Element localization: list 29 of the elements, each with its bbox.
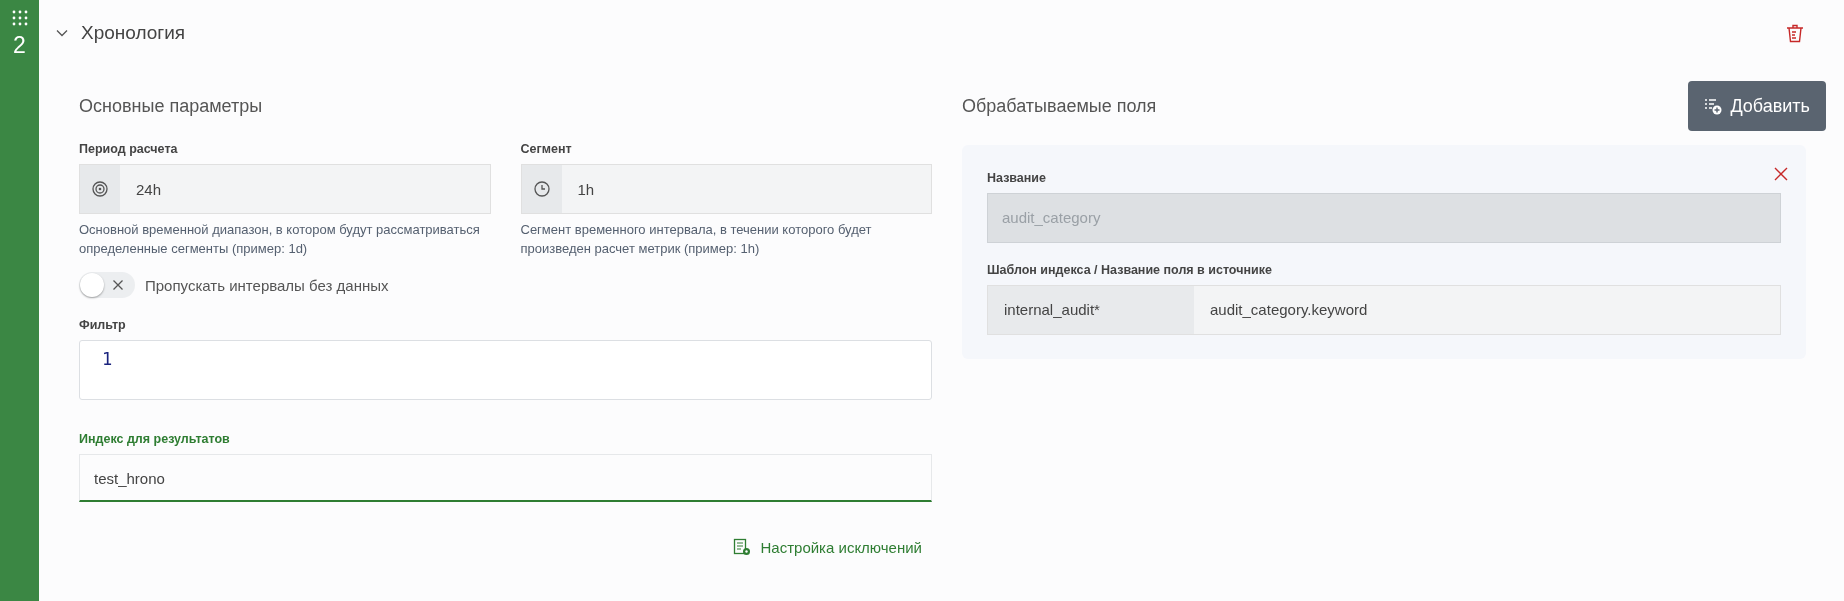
field-label: Период расчета xyxy=(79,142,179,156)
text-field[interactable]: 24h xyxy=(79,164,491,214)
field-label: Название xyxy=(987,171,1047,185)
clock-icon xyxy=(533,181,550,197)
text-field[interactable]: 1h xyxy=(520,164,932,214)
list-settings-icon xyxy=(732,538,751,556)
delete-icon[interactable] xyxy=(1786,23,1804,43)
section-heading: Основные параметры xyxy=(79,95,264,118)
target-icon xyxy=(92,181,108,197)
section-toggle[interactable]: Хронология xyxy=(55,22,186,44)
cross-icon xyxy=(112,279,124,291)
help-text: Сегмент временного интервала, в течении которого будет произведен расчет метрик (пример: 1h) xyxy=(520,221,873,258)
section-heading: Обрабатываемые поля xyxy=(962,95,1157,118)
close-icon[interactable] xyxy=(1774,167,1788,181)
text-field[interactable]: test_hrono xyxy=(79,454,932,502)
step-number: 2 xyxy=(13,32,26,59)
field-label: Индекс для результатов xyxy=(79,432,231,446)
add-button[interactable]: Добавить xyxy=(1688,81,1826,131)
line-number: 1 xyxy=(102,349,113,369)
drag-handle-icon[interactable] xyxy=(11,10,28,26)
exclusions-link[interactable]: Настройка исключений xyxy=(732,538,922,556)
field-label: Шаблон индекса / Название поля в источнике xyxy=(987,263,1273,277)
field-label: Сегмент xyxy=(520,142,573,156)
toggle-switch[interactable] xyxy=(79,272,135,298)
code-editor[interactable]: 1 xyxy=(79,340,932,400)
field-label: Фильтр xyxy=(79,318,127,332)
list-add-icon xyxy=(1704,97,1723,115)
help-text: Основной временной диапазон, в котором будут рассматриваться определенные сегменты (пример: 1d) xyxy=(79,221,481,258)
toggle-label: Пропускать интервалы без данных xyxy=(145,276,389,294)
